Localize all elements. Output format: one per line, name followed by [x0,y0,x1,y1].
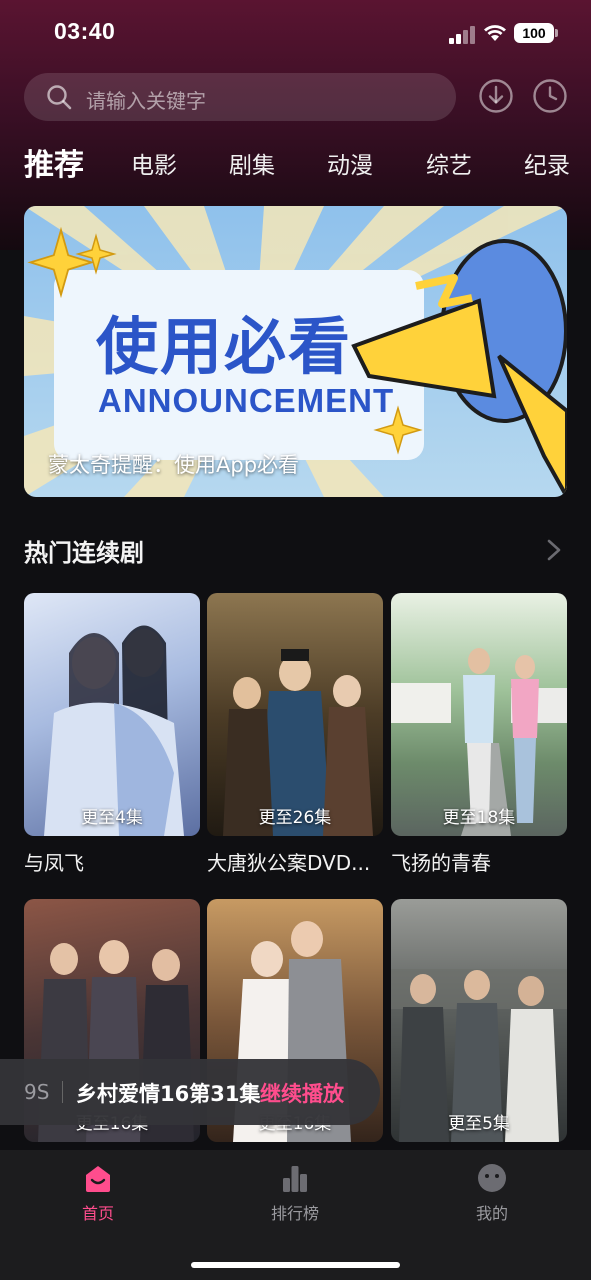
continue-play-button[interactable]: 继续播放 [260,1078,344,1108]
show-title: 大唐狄公案DVD... [207,851,371,875]
history-clock-icon[interactable] [532,78,568,114]
show-poster: 更至5集 [391,899,567,1142]
banner-caption: 蒙太奇提醒：使用App必看 [48,453,300,477]
resume-title: 乡村爱情16第31集 [76,1082,261,1106]
banner-title: 使用必看 [96,310,353,383]
battery-indicator: 100 [514,23,558,43]
search-placeholder: 请输入关键字 [86,89,206,113]
nav-ranking-label: 排行榜 [270,1204,319,1223]
episode-count: 更至5集 [448,1114,510,1134]
tab-movies[interactable]: 电影 [131,146,177,180]
resume-divider [62,1081,63,1103]
show-card[interactable]: 更至4集 与凤飞 [24,593,200,876]
bottom-nav: 首页 排行榜 我的 [0,1150,591,1280]
show-title: 飞扬的青春 [391,851,491,875]
episode-count: 更至26集 [258,808,332,828]
show-card[interactable]: 更至26集 大唐狄公案DVD... [207,593,383,876]
section-title: 热门连续剧 [24,539,144,567]
profile-icon [478,1164,506,1192]
nav-profile-label: 我的 [475,1204,508,1223]
nav-home-label: 首页 [81,1204,114,1223]
home-indicator [191,1262,400,1268]
announcement-banner[interactable]: 使用必看 ANNOUNCEMENT 蒙太奇提醒：使用App必看 [24,206,567,497]
tab-recommend[interactable]: 推荐 [24,140,84,184]
cellular-signal-icon [449,24,477,44]
nav-ranking[interactable]: 排行榜 [235,1162,355,1224]
wifi-icon [484,25,506,41]
category-tabs: 推荐 电影 剧集 动漫 综艺 纪录 [0,138,591,184]
nav-home[interactable]: 首页 [38,1162,158,1224]
tab-variety[interactable]: 综艺 [426,146,472,180]
show-card[interactable]: 更至5集 [391,899,567,1153]
continue-watching-bar[interactable]: 9S 乡村爱情16第31集 继续播放 [0,1059,380,1125]
download-icon[interactable] [478,78,514,114]
search-input[interactable]: 请输入关键字 [24,73,456,121]
show-card[interactable]: 更至18集 飞扬的青春 [391,593,567,876]
show-poster: 更至18集 [391,593,567,836]
home-icon [86,1166,110,1192]
show-poster: 更至26集 [207,593,383,836]
search-icon [47,85,72,110]
resume-time: 9S [24,1080,50,1104]
tab-series[interactable]: 剧集 [229,146,275,180]
tab-anime[interactable]: 动漫 [327,146,373,180]
episode-count: 更至18集 [442,808,516,828]
show-title: 与凤飞 [24,851,84,875]
episode-count: 更至4集 [81,808,143,828]
chevron-right-icon[interactable] [544,538,564,562]
banner-subtitle: ANNOUNCEMENT [98,382,395,419]
status-time: 03:40 [54,18,116,44]
show-poster: 更至4集 [24,593,200,836]
tab-documentary[interactable]: 纪录 [524,146,570,180]
bar-chart-icon [283,1166,307,1192]
nav-profile[interactable]: 我的 [432,1162,552,1224]
status-bar: 03:40 100 [0,0,591,64]
